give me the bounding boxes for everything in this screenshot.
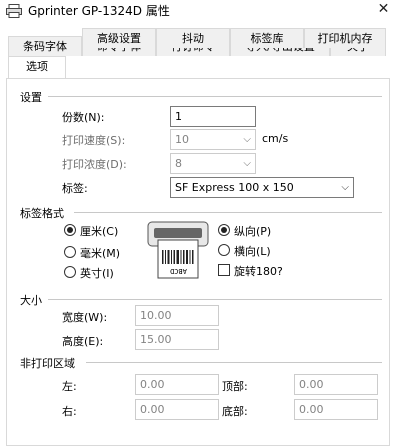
width-input[interactable]: 10.00 bbox=[135, 305, 219, 326]
settings-group-label: 设置 bbox=[20, 89, 42, 105]
unit-inch-label[interactable]: 英寸(I) bbox=[80, 265, 114, 281]
tab-options[interactable]: 选项 bbox=[8, 56, 66, 78]
top-margin-label: 顶部: bbox=[222, 380, 248, 393]
settings-divider bbox=[48, 96, 382, 97]
speed-unit: cm/s bbox=[262, 132, 289, 145]
unit-cm-label[interactable]: 厘米(C) bbox=[80, 223, 118, 239]
nonprint-group-label: 非打印区域 bbox=[20, 355, 75, 371]
tab-barcode-font[interactable]: 条码字体 bbox=[8, 36, 82, 56]
unit-mm-radio[interactable] bbox=[64, 246, 76, 258]
label-stock-label: 标签: bbox=[62, 182, 88, 195]
right-margin-input[interactable]: 0.00 bbox=[135, 399, 219, 420]
bottom-margin-label: 底部: bbox=[222, 405, 248, 418]
density-select[interactable]: 8 ⌵ bbox=[170, 153, 256, 174]
density-label: 打印浓度(D): bbox=[62, 158, 127, 171]
unit-cm-radio[interactable] bbox=[64, 224, 76, 236]
label-stock-select[interactable]: SF Express 100 x 150 ⌵ bbox=[170, 177, 354, 198]
label-format-divider bbox=[74, 212, 382, 213]
speed-label: 打印速度(S): bbox=[62, 134, 126, 147]
speed-value: 10 bbox=[175, 133, 189, 146]
rotate-180-label[interactable]: 旋转180? bbox=[234, 263, 283, 279]
orientation-landscape-radio[interactable] bbox=[218, 244, 230, 256]
printer-icon-text: ABCD bbox=[170, 267, 187, 275]
size-divider bbox=[48, 299, 382, 300]
unit-mm-label[interactable]: 毫米(M) bbox=[80, 245, 120, 261]
tab-advanced[interactable]: 高级设置 bbox=[82, 28, 156, 48]
nonprint-divider bbox=[86, 362, 382, 363]
chevron-down-icon: ⌵ bbox=[243, 134, 251, 145]
chevron-down-icon: ⌵ bbox=[341, 182, 349, 193]
label-stock-value: SF Express 100 x 150 bbox=[175, 181, 294, 194]
tab-printer-memory[interactable]: 打印机内存 bbox=[304, 28, 386, 48]
right-margin-label: 右: bbox=[62, 405, 77, 418]
label-printer-illustration: ABCD bbox=[146, 220, 210, 280]
rotate-180-checkbox[interactable] bbox=[218, 264, 230, 276]
chevron-down-icon: ⌵ bbox=[243, 158, 251, 169]
radio-dot bbox=[67, 227, 73, 233]
tab-dither[interactable]: 抖动 bbox=[156, 28, 230, 48]
radio-dot bbox=[221, 227, 227, 233]
bottom-margin-input[interactable]: 0.00 bbox=[294, 399, 378, 420]
speed-select[interactable]: 10 ⌵ bbox=[170, 129, 256, 150]
size-group-label: 大小 bbox=[20, 292, 42, 308]
left-margin-input[interactable]: 0.00 bbox=[135, 374, 219, 395]
width-label: 宽度(W): bbox=[62, 311, 108, 324]
printer-icon bbox=[6, 4, 22, 18]
copies-label: 份数(N): bbox=[62, 111, 105, 124]
tab-label-library[interactable]: 标签库 bbox=[230, 28, 304, 48]
label-format-group-label: 标签格式 bbox=[20, 205, 64, 221]
copies-input[interactable]: 1 bbox=[170, 106, 256, 127]
orientation-portrait-label[interactable]: 纵向(P) bbox=[234, 223, 271, 239]
window-title: Gprinter GP-1324D 属性 bbox=[28, 4, 170, 18]
orientation-portrait-radio[interactable] bbox=[218, 224, 230, 236]
top-margin-input[interactable]: 0.00 bbox=[294, 374, 378, 395]
left-margin-label: 左: bbox=[62, 380, 77, 393]
title-bar: Gprinter GP-1324D 属性 ✕ bbox=[0, 0, 393, 30]
unit-inch-radio[interactable] bbox=[64, 266, 76, 278]
height-input[interactable]: 15.00 bbox=[135, 329, 219, 350]
height-label: 高度(E): bbox=[62, 335, 104, 348]
density-value: 8 bbox=[175, 157, 182, 170]
close-icon[interactable]: ✕ bbox=[374, 0, 393, 20]
orientation-landscape-label[interactable]: 横向(L) bbox=[234, 243, 271, 259]
